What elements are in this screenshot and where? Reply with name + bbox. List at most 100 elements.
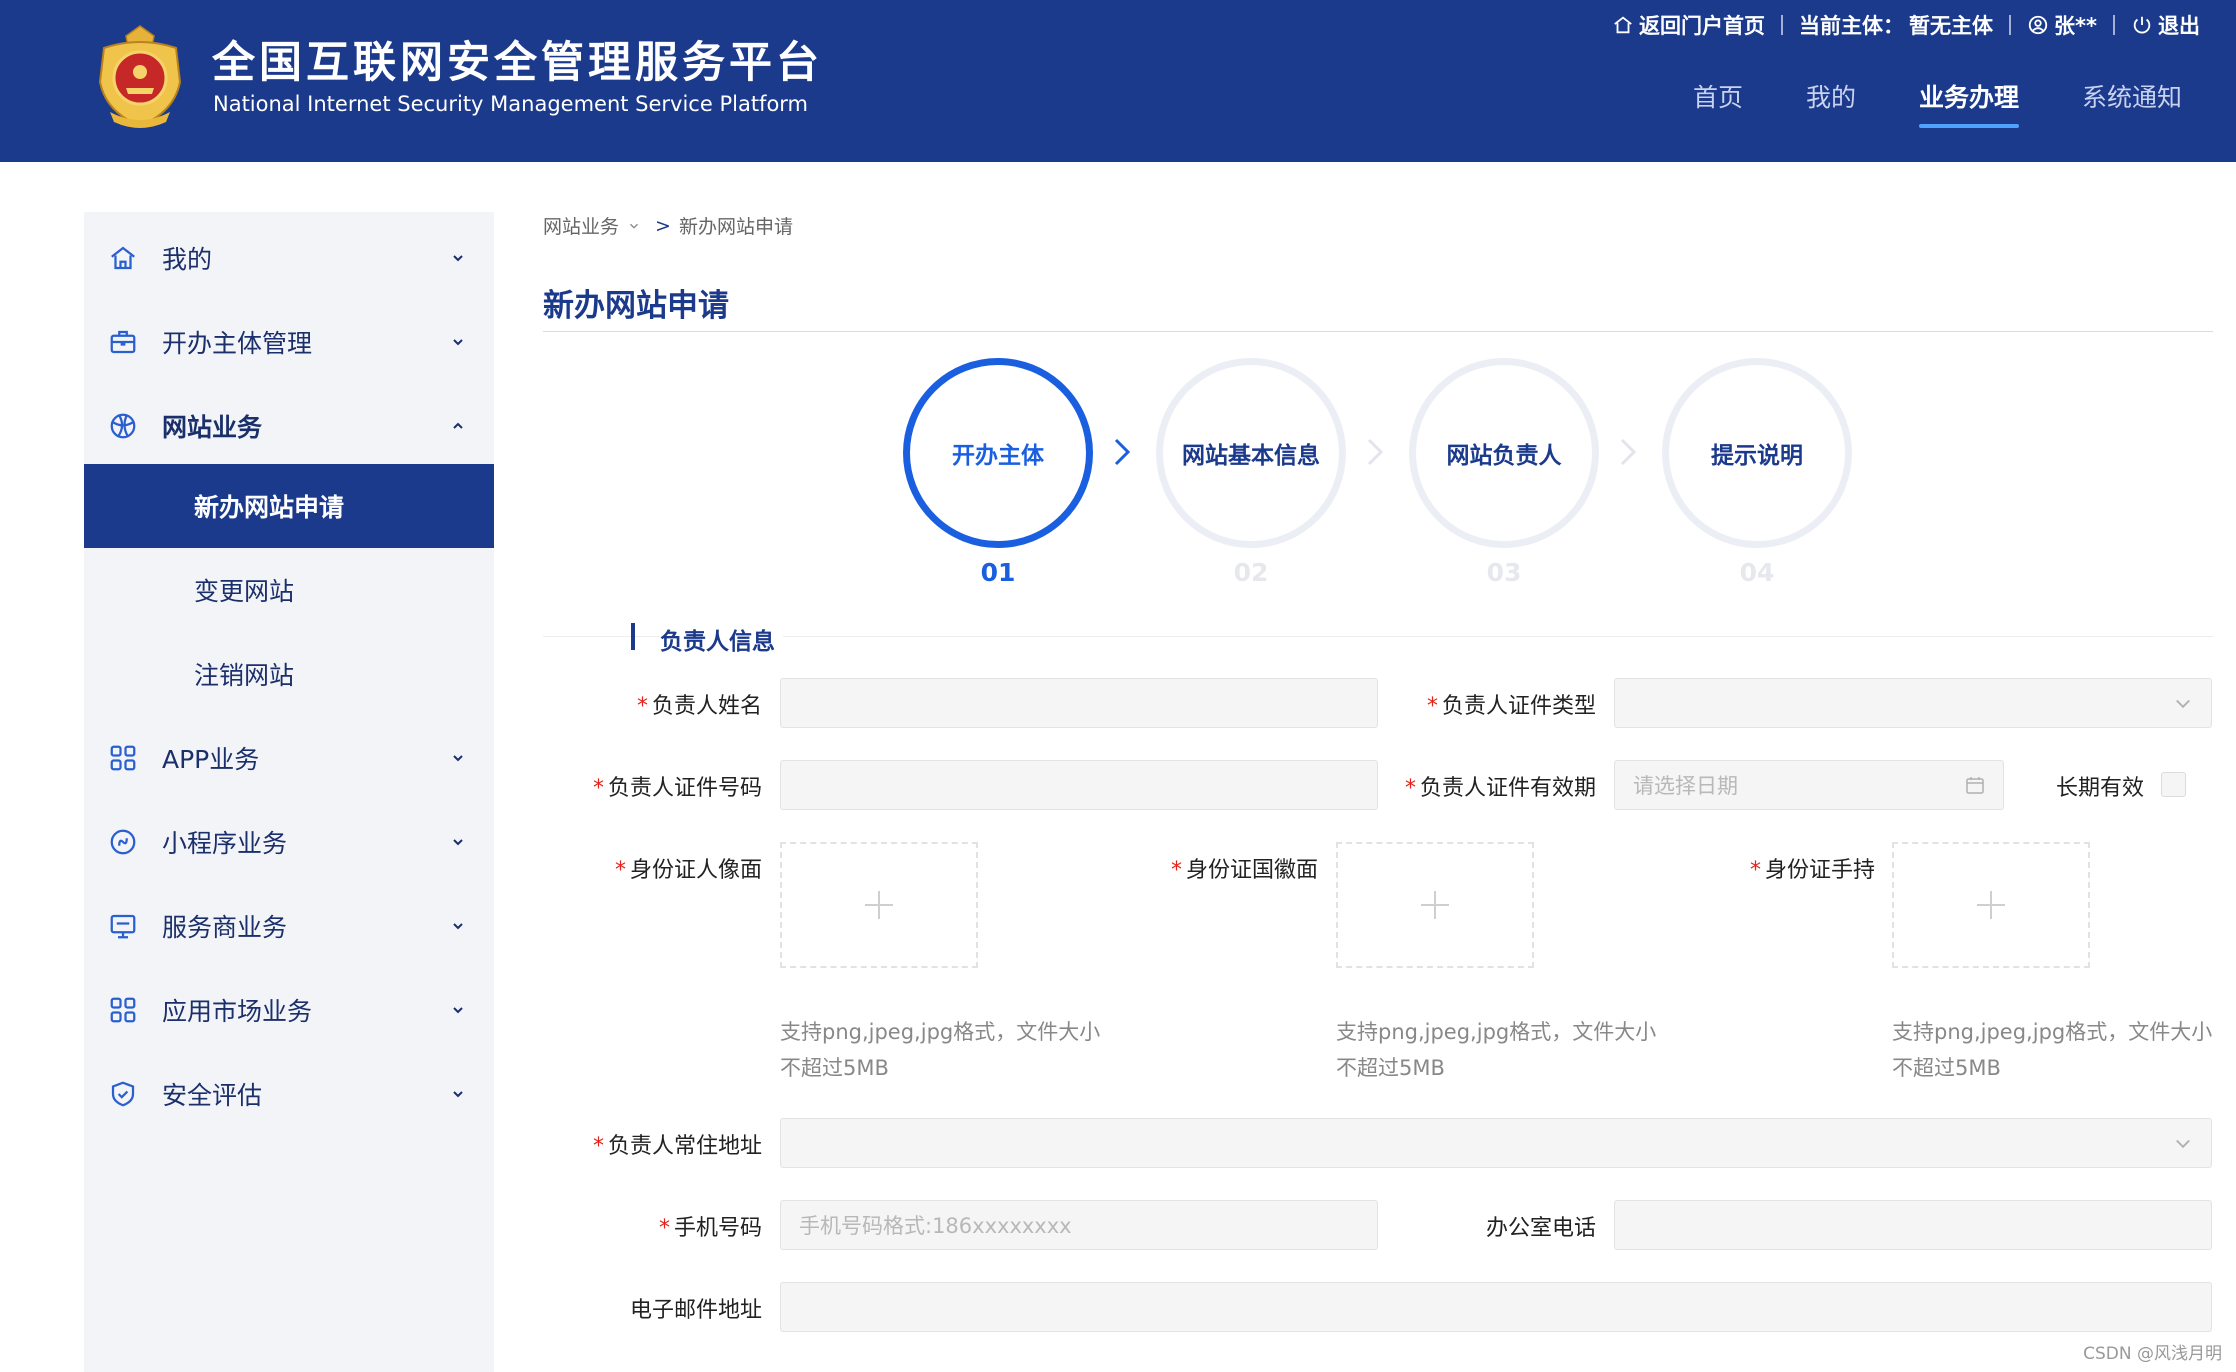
sidebar-item-label: 小程序业务 bbox=[162, 829, 288, 858]
logout-button[interactable]: 退出 bbox=[2131, 10, 2200, 40]
long-term-checkbox[interactable] bbox=[2161, 772, 2186, 797]
main-nav: 首页 我的 业务办理 系统通知 bbox=[1630, 78, 2182, 128]
nav-home[interactable]: 首页 bbox=[1693, 78, 1743, 128]
email-input[interactable] bbox=[780, 1282, 2212, 1332]
id-number-input[interactable] bbox=[780, 760, 1378, 810]
required-mark: * bbox=[1404, 776, 1416, 801]
id-back-upload[interactable] bbox=[1336, 842, 1534, 968]
site-title: 全国互联网安全管理服务平台 bbox=[212, 38, 823, 88]
user-name: 张** bbox=[2054, 14, 2097, 38]
id-validity-label: * 负责人证件有效期 bbox=[1405, 770, 1596, 802]
sidebar-item-label: 开办主体管理 bbox=[162, 329, 313, 358]
nav-notifications[interactable]: 系统通知 bbox=[2082, 78, 2182, 128]
shield-icon bbox=[111, 1081, 135, 1107]
mobile-phone-input[interactable]: 手机号码格式:186xxxxxxxx bbox=[780, 1200, 1378, 1250]
chevron-right-icon bbox=[1114, 438, 1131, 466]
id-validity-date-picker[interactable]: 请选择日期 bbox=[1614, 760, 2004, 810]
nav-business[interactable]: 业务办理 bbox=[1918, 78, 2020, 128]
home-portal-link[interactable]: 返回门户首页 bbox=[1612, 10, 1765, 40]
office-phone-input[interactable] bbox=[1614, 1200, 2212, 1250]
sidebar-item-website-business[interactable]: 网站业务 bbox=[84, 384, 494, 468]
chevron-down-icon bbox=[2176, 1139, 2190, 1149]
chevron-down-icon bbox=[2176, 699, 2190, 709]
monitor-icon bbox=[110, 914, 136, 939]
id-number-label-text: 负责人证件号码 bbox=[607, 776, 762, 801]
required-mark: * bbox=[636, 694, 648, 719]
id-type-select[interactable] bbox=[1614, 678, 2212, 728]
sidebar-item-mini-program[interactable]: 小程序业务 bbox=[84, 800, 494, 884]
owner-name-input[interactable] bbox=[780, 678, 1378, 728]
step-number: 04 bbox=[1739, 558, 1775, 587]
step-number: 02 bbox=[1233, 558, 1269, 587]
step-label: 网站负责人 bbox=[1446, 443, 1562, 469]
sidebar: 我的 开办主体管理 网站业务 新办网站申请 变更网站 注销网站 APP业务 小程… bbox=[84, 212, 494, 1372]
id-front-upload-hint: 支持png,jpeg,jpg格式，文件大小不超过5MB bbox=[780, 1020, 1101, 1080]
divider bbox=[2009, 15, 2012, 35]
office-phone-label: 办公室电话 bbox=[1485, 1216, 1596, 1241]
sidebar-item-label: 网站业务 bbox=[162, 413, 263, 442]
id-handheld-upload[interactable] bbox=[1892, 842, 2090, 968]
current-subject-label: 当前主体： bbox=[1799, 14, 1905, 38]
required-mark: * bbox=[1170, 858, 1182, 883]
sidebar-subitem-cancel-website[interactable]: 注销网站 bbox=[84, 632, 494, 716]
breadcrumb-separator: > bbox=[655, 214, 671, 237]
step-label: 开办主体 bbox=[952, 443, 1044, 469]
chevron-down-icon bbox=[453, 839, 463, 846]
chevron-right-icon bbox=[1367, 438, 1384, 466]
user-menu[interactable]: 张** bbox=[2027, 10, 2097, 40]
site-subtitle: National Internet Security Management Se… bbox=[213, 92, 809, 116]
sidebar-item-mine[interactable]: 我的 bbox=[84, 216, 494, 300]
id-type-label-text: 负责人证件类型 bbox=[1441, 694, 1596, 719]
required-mark: * bbox=[1749, 858, 1761, 883]
sidebar-item-service-provider[interactable]: 服务商业务 bbox=[84, 884, 494, 968]
section-marker bbox=[631, 623, 635, 650]
step-4[interactable]: 提示说明 bbox=[1662, 358, 1852, 548]
top-utility-bar: 返回门户首页 当前主体： 暂无主体 张** 退出 bbox=[1612, 10, 2200, 40]
address-label-text: 负责人常住地址 bbox=[607, 1134, 762, 1159]
sidebar-subitem-change-website[interactable]: 变更网站 bbox=[84, 548, 494, 632]
chevron-down-icon bbox=[453, 255, 463, 262]
nav-mine[interactable]: 我的 bbox=[1806, 78, 1856, 128]
sidebar-subitem-label: 注销网站 bbox=[194, 661, 295, 690]
phone-label-text: 手机号码 bbox=[673, 1216, 762, 1241]
sidebar-item-app-business[interactable]: APP业务 bbox=[84, 716, 494, 800]
mini-program-icon bbox=[110, 829, 136, 855]
page-title: 新办网站申请 bbox=[543, 288, 729, 324]
current-subject[interactable]: 当前主体： 暂无主体 bbox=[1799, 10, 1993, 40]
sidebar-item-label: 安全评估 bbox=[162, 1081, 263, 1110]
sidebar-item-security-assessment[interactable]: 安全评估 bbox=[84, 1052, 494, 1136]
step-3[interactable]: 网站负责人 bbox=[1409, 358, 1599, 548]
required-mark: * bbox=[1426, 694, 1438, 719]
phone-label: * 手机号码 bbox=[659, 1210, 762, 1242]
sidebar-item-subject-management[interactable]: 开办主体管理 bbox=[84, 300, 494, 384]
calendar-icon bbox=[1966, 777, 1984, 794]
step-1[interactable]: 开办主体 bbox=[903, 358, 1093, 548]
chevron-down-icon bbox=[453, 339, 463, 346]
grid-icon bbox=[110, 745, 136, 771]
name-label: * 负责人姓名 bbox=[637, 688, 762, 720]
plus-icon bbox=[1977, 891, 2005, 919]
email-label: 电子邮件地址 bbox=[629, 1298, 762, 1323]
power-icon bbox=[2133, 16, 2151, 34]
chevron-down-icon bbox=[453, 755, 463, 762]
divider bbox=[543, 331, 2213, 332]
step-number: 01 bbox=[980, 558, 1016, 587]
sidebar-item-app-market[interactable]: 应用市场业务 bbox=[84, 968, 494, 1052]
id-back-upload-hint: 支持png,jpeg,jpg格式，文件大小不超过5MB bbox=[1336, 1020, 1657, 1080]
step-2[interactable]: 网站基本信息 bbox=[1156, 358, 1346, 548]
home-icon bbox=[111, 246, 135, 270]
address-select[interactable] bbox=[780, 1118, 2212, 1168]
required-mark: * bbox=[614, 858, 626, 883]
chevron-down-icon bbox=[630, 223, 638, 229]
address-label: * 负责人常住地址 bbox=[593, 1128, 762, 1160]
section-title: 负责人信息 bbox=[660, 622, 783, 656]
id-front-upload[interactable] bbox=[780, 842, 978, 968]
sidebar-subitem-label: 新办网站申请 bbox=[194, 493, 345, 522]
id-handheld-label: * 身份证手持 bbox=[1750, 852, 1875, 884]
breadcrumb-parent[interactable]: 网站业务 bbox=[543, 212, 619, 239]
chevron-down-icon bbox=[453, 1091, 463, 1098]
sidebar-subitem-new-website[interactable]: 新办网站申请 bbox=[84, 464, 494, 548]
sidebar-item-label: 我的 bbox=[162, 245, 213, 274]
id-back-label-text: 身份证国徽面 bbox=[1185, 858, 1318, 883]
required-mark: * bbox=[658, 1216, 670, 1241]
